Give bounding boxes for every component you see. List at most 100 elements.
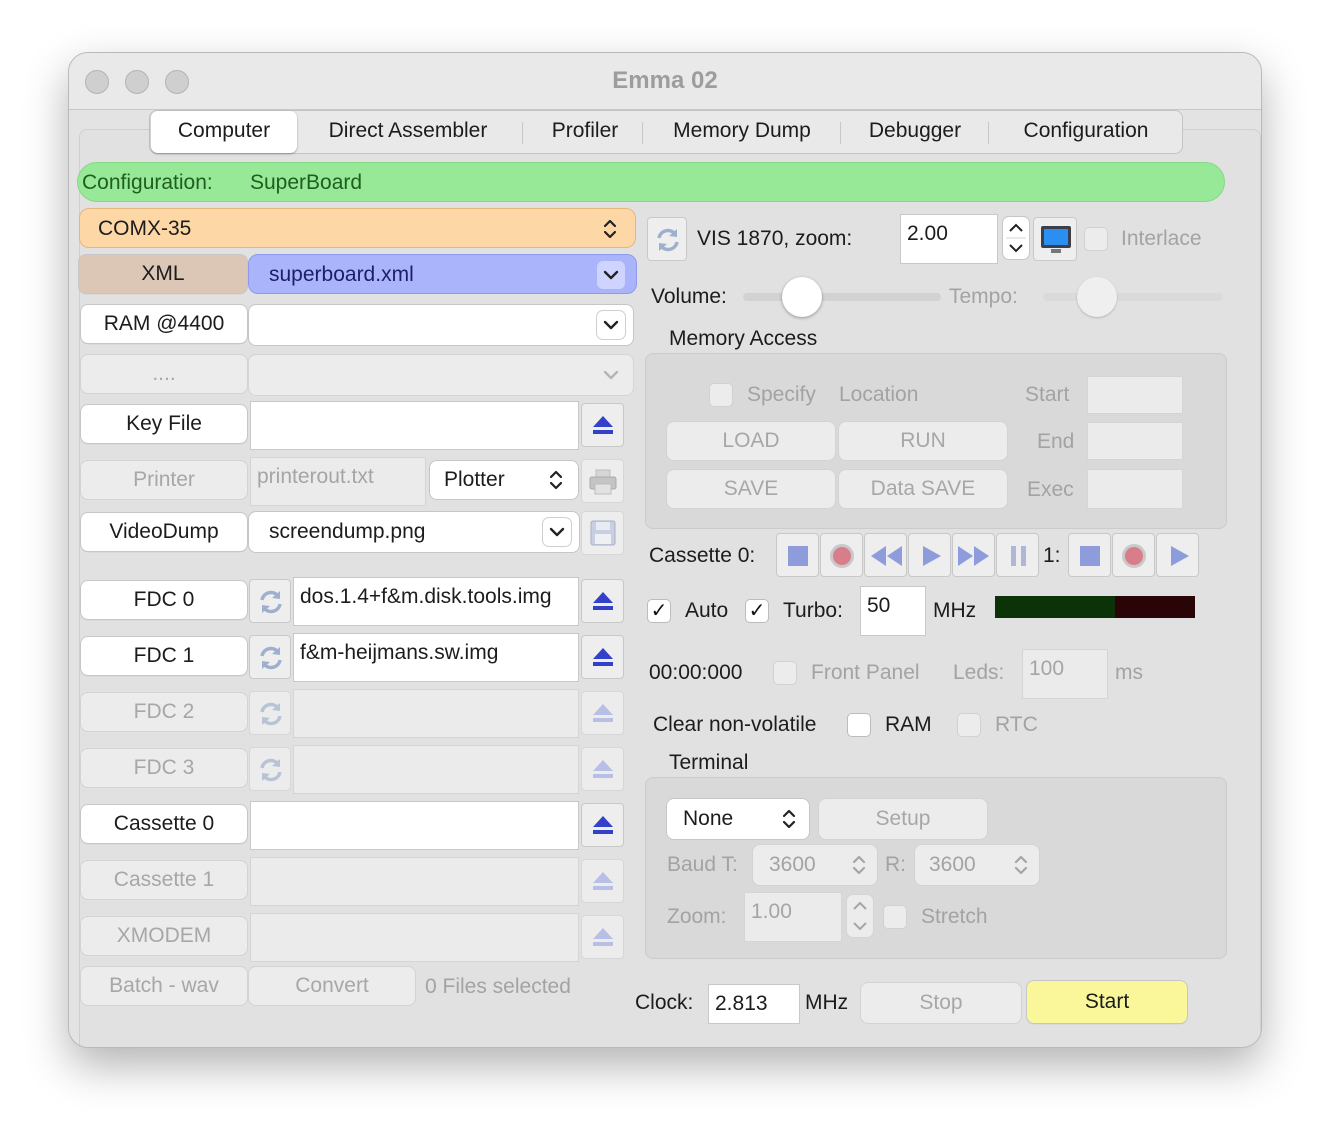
dots-button[interactable]: .... [81,355,247,393]
cassette1-record-button[interactable] [1112,533,1155,577]
fdc3-swap-button[interactable] [249,747,291,791]
fdc0-file-field[interactable]: dos.1.4+f&m.disk.tools.img [293,577,579,626]
leds-ms-field[interactable]: 100 [1022,649,1108,699]
auto-checkbox[interactable]: ✓ [647,599,671,623]
save-button[interactable]: SAVE [667,470,835,508]
terminal-zoom-stepper[interactable] [847,895,873,937]
eject-fdc3-button[interactable] [581,747,624,791]
front-panel-checkbox[interactable] [773,661,797,685]
cassette0-play-button[interactable] [908,533,951,577]
stop-button[interactable]: Stop [861,983,1021,1023]
tempo-slider[interactable] [1043,277,1223,317]
exec-address-field[interactable] [1087,469,1183,509]
load-button[interactable]: LOAD [667,422,835,460]
save-videodump-button[interactable] [581,511,624,555]
xmodem-button[interactable]: XMODEM [81,917,247,955]
fdc1-button[interactable]: FDC 1 [81,637,247,675]
cassette0-record-button[interactable] [820,533,863,577]
end-address-field[interactable] [1087,422,1183,460]
start-address-field[interactable] [1087,376,1183,414]
fdc0-swap-button[interactable] [249,579,291,623]
eject-xmodem-button[interactable] [581,915,624,959]
cassette1-play-button[interactable] [1156,533,1199,577]
fdc2-file-field[interactable] [293,689,579,738]
xmodem-file-field[interactable] [250,913,579,962]
printer-button[interactable]: Printer [81,461,247,499]
terminal-setup-button[interactable]: Setup [819,799,987,839]
fdc1-swap-button[interactable] [249,635,291,679]
tab-memory-dump[interactable]: Memory Dump [652,111,832,153]
tab-computer[interactable]: Computer [151,111,297,153]
clear-rtc-checkbox[interactable] [957,713,981,737]
clock-field[interactable]: 2.813 [708,984,800,1024]
video-zoom-field[interactable]: 2.00 [900,214,998,264]
videodump-file-select[interactable]: screendump.png [249,512,579,552]
eject-fdc1-button[interactable] [581,635,624,679]
video-swap-button[interactable] [647,217,687,261]
cassette1-file-field[interactable] [250,857,579,906]
interlace-checkbox[interactable] [1084,227,1108,251]
cassette0-stop-button[interactable] [776,533,819,577]
start-button[interactable]: Start [1027,981,1187,1023]
specify-location-checkbox[interactable] [709,383,733,407]
stretch-label: Stretch [921,905,988,928]
main-window: Emma 02 Computer Direct Assembler Profil… [68,52,1262,1048]
eject-key-file-button[interactable] [581,403,624,447]
leds-ms-unit: ms [1115,661,1143,684]
fdc3-button[interactable]: FDC 3 [81,749,247,787]
terminal-zoom-field[interactable]: 1.00 [744,892,842,942]
printer-mode-select[interactable]: Plotter [430,461,578,499]
tempo-slider-knob[interactable] [1077,277,1117,317]
tab-configuration[interactable]: Configuration [996,111,1176,153]
cassette0-fast-forward-button[interactable] [952,533,995,577]
turbo-mhz-field[interactable]: 50 [860,586,926,636]
terminal-type-select[interactable]: None [667,799,809,839]
printer-file-field[interactable]: printerout.txt [250,457,426,506]
video-window-button[interactable] [1033,217,1077,261]
cassette0-rewind-button[interactable] [864,533,907,577]
data-save-button[interactable]: Data SAVE [839,470,1007,508]
cassette1-button[interactable]: Cassette 1 [81,861,247,899]
volume-slider[interactable] [743,277,941,317]
baud-t-select[interactable]: 3600 [753,845,877,885]
cassette0-file-field[interactable] [250,801,579,850]
videodump-button[interactable]: VideoDump [81,513,247,551]
zoom-stepper[interactable] [1003,217,1029,259]
cassette1-stop-button[interactable] [1068,533,1111,577]
fast-forward-icon [957,544,991,568]
fdc2-swap-button[interactable] [249,691,291,735]
xml-file-select[interactable]: superboard.xml [248,254,637,294]
run-button[interactable]: RUN [839,422,1007,460]
turbo-checkbox[interactable]: ✓ [745,599,769,623]
tab-debugger[interactable]: Debugger [850,111,980,153]
computer-select[interactable]: COMX-35 [79,208,636,248]
fdc1-file-field[interactable]: f&m-heijmans.sw.img [293,633,579,682]
tab-direct-assembler[interactable]: Direct Assembler [308,111,508,153]
clock-mhz-unit: MHz [805,991,849,1014]
key-file-field[interactable] [250,401,579,450]
fdc3-file-field[interactable] [293,745,579,794]
convert-button[interactable]: Convert [249,967,415,1005]
refresh-icon [258,701,284,727]
fdc0-button[interactable]: FDC 0 [81,581,247,619]
stretch-checkbox[interactable] [883,905,907,929]
eject-cassette1-button[interactable] [581,859,624,903]
tab-divider [988,122,989,144]
rom-select[interactable] [249,355,633,395]
batch-wav-button[interactable]: Batch - wav [81,967,247,1005]
configuration-value: SuperBoard [250,171,363,194]
ram-button[interactable]: RAM @4400 [81,305,247,343]
clear-ram-checkbox[interactable] [847,713,871,737]
eject-fdc2-button[interactable] [581,691,624,735]
eject-cassette0-button[interactable] [581,803,624,847]
xml-button[interactable]: XML [79,255,247,293]
ram-select[interactable] [249,305,633,345]
cassette0-button[interactable]: Cassette 0 [81,805,247,843]
key-file-button[interactable]: Key File [81,405,247,443]
printer-window-button[interactable] [581,459,624,503]
fdc2-button[interactable]: FDC 2 [81,693,247,731]
baud-r-select[interactable]: 3600 [915,845,1039,885]
eject-fdc0-button[interactable] [581,579,624,623]
cassette0-pause-button[interactable] [996,533,1039,577]
tab-profiler[interactable]: Profiler [530,111,640,153]
